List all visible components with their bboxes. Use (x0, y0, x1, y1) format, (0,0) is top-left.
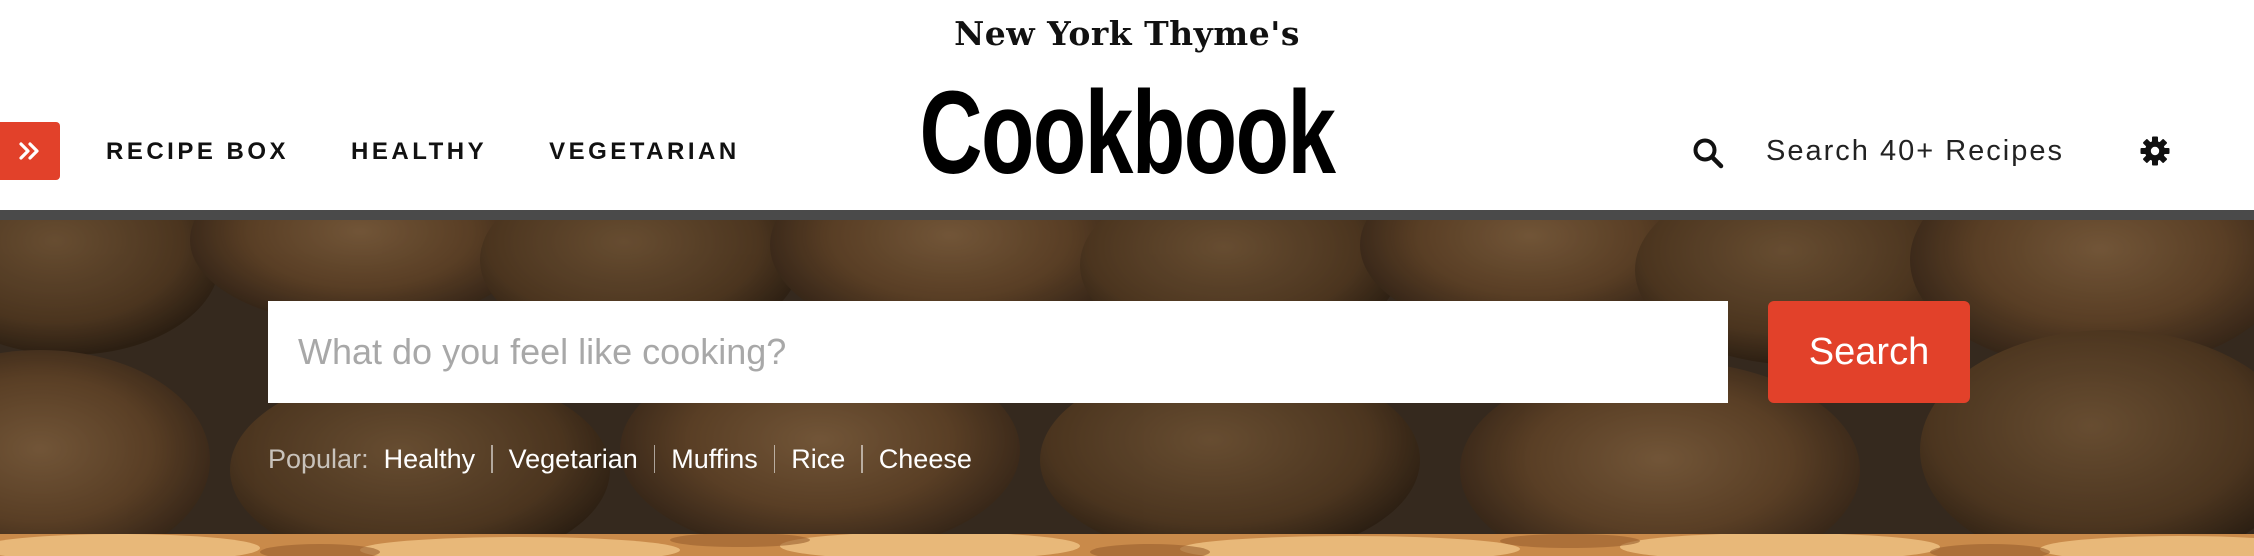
recipe-search-input[interactable] (268, 301, 1728, 403)
popular-link-rice[interactable]: Rice (775, 444, 861, 475)
search-button[interactable]: Search (1768, 301, 1970, 403)
menu-toggle-button[interactable] (0, 122, 60, 180)
brand-logo-title[interactable]: Cookbook (293, 68, 1961, 198)
hero-search-section: Search Popular: Healthy Vegetarian Muffi… (0, 220, 2254, 534)
double-chevron-right-icon (19, 142, 39, 160)
nav-item-vegetarian[interactable]: VEGETARIAN (549, 138, 740, 166)
nav-item-healthy[interactable]: HEALTHY (351, 138, 487, 166)
brand-subtitle: New York Thyme's (954, 14, 1300, 53)
popular-label: Popular: (268, 443, 369, 474)
popular-link-cheese[interactable]: Cheese (863, 444, 988, 475)
site-header: New York Thyme's Cookbook RECIPE BOX HEA… (0, 0, 2254, 210)
popular-link-vegetarian[interactable]: Vegetarian (493, 444, 654, 475)
popular-link-muffins[interactable]: Muffins (655, 444, 774, 475)
header-search-link[interactable]: Search 40+ Recipes (1766, 135, 2064, 168)
gear-icon[interactable] (2139, 135, 2171, 167)
header-divider (0, 210, 2254, 220)
food-image-strip (0, 534, 2254, 556)
popular-link-healthy[interactable]: Healthy (384, 444, 492, 475)
search-icon[interactable] (1691, 136, 1725, 170)
nav-item-recipe-box[interactable]: RECIPE BOX (106, 138, 289, 166)
main-nav: RECIPE BOX HEALTHY VEGETARIAN (106, 138, 740, 166)
popular-searches: Popular: Healthy Vegetarian Muffins Rice… (268, 442, 988, 476)
